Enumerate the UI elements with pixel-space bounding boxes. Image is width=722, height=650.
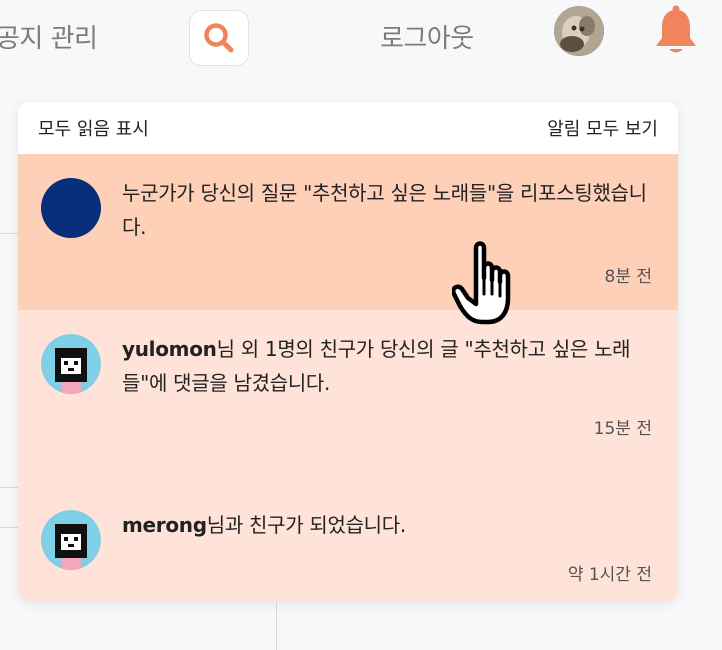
notification-username[interactable]: merong xyxy=(122,513,207,537)
notification-time: 8분 전 xyxy=(604,267,653,287)
notification-item[interactable]: yulomon님 외 1명의 친구가 당신의 글 "추천하고 싶은 노래들"에 … xyxy=(18,310,678,486)
pixel-avatar xyxy=(41,510,101,570)
notification-time: 약 1시간 전 xyxy=(567,565,652,585)
bell-icon xyxy=(656,5,696,53)
background-divider xyxy=(0,527,18,528)
dropdown-header: 모두 읽음 표시 알림 모두 보기 xyxy=(18,102,678,154)
notification-message: 누군가가 당신의 질문 "추천하고 싶은 노래들"을 리포스팅했습니다. xyxy=(122,181,647,239)
search-icon xyxy=(204,23,234,53)
notification-username[interactable]: yulomon xyxy=(122,337,217,361)
pixel-avatar xyxy=(41,334,101,394)
mark-all-read-button[interactable]: 모두 읽음 표시 xyxy=(38,115,149,141)
notification-bell-button[interactable] xyxy=(653,4,699,56)
search-button[interactable] xyxy=(189,10,249,66)
notification-item[interactable]: merong님과 친구가 되었습니다. 약 1시간 전 xyxy=(18,486,678,596)
anonymous-avatar xyxy=(41,178,101,238)
notification-dropdown: 모두 읽음 표시 알림 모두 보기 누군가가 당신의 질문 "추천하고 싶은 노… xyxy=(18,102,678,602)
notification-message: yulomon님 외 1명의 친구가 당신의 글 "추천하고 싶은 노래들"에 … xyxy=(122,337,631,395)
notification-item[interactable]: 누군가가 당신의 질문 "추천하고 싶은 노래들"을 리포스팅했습니다. 8분 … xyxy=(18,154,678,310)
notification-time: 15분 전 xyxy=(593,419,652,439)
user-avatar[interactable] xyxy=(554,6,604,56)
notification-message: merong님과 친구가 되었습니다. xyxy=(122,513,406,537)
view-all-notifications-link[interactable]: 알림 모두 보기 xyxy=(547,115,658,141)
logout-button[interactable]: 로그아웃 xyxy=(380,18,474,55)
background-divider xyxy=(0,233,18,234)
background-divider xyxy=(0,487,18,488)
hand-pointer-cursor-icon xyxy=(452,241,511,325)
nav-notice-management[interactable]: 공지 관리 xyxy=(0,18,98,55)
